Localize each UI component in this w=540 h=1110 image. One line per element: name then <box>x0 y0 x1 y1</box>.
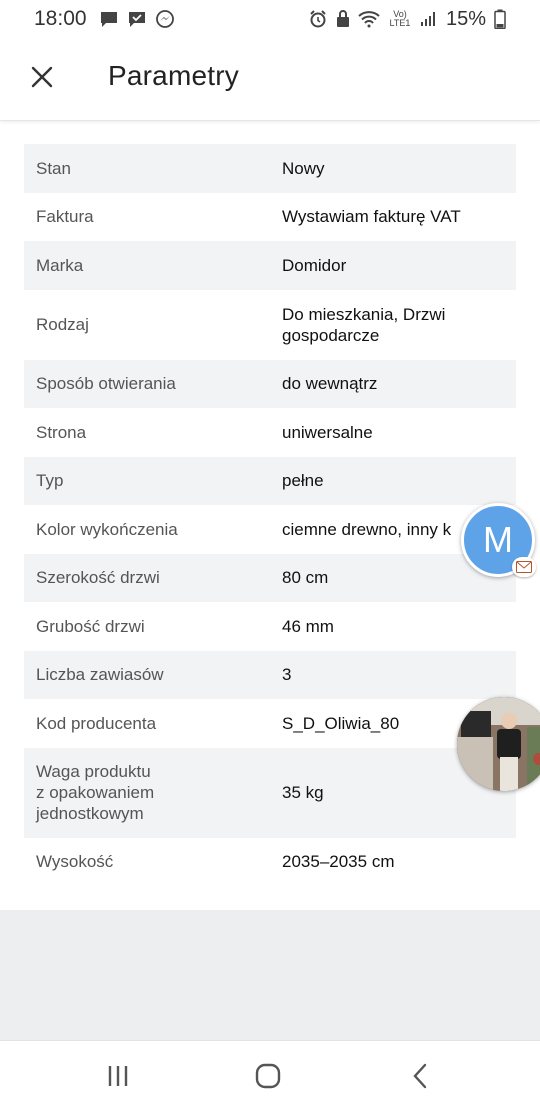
param-label: Marka <box>36 255 84 275</box>
param-label: Typ <box>36 471 64 491</box>
back-icon <box>413 1063 427 1089</box>
param-label: Rodzaj <box>36 315 89 334</box>
param-row: Grubość drzwi 46 mm <box>24 602 516 651</box>
param-row: Sposób otwierania do wewnątrz <box>24 359 516 408</box>
status-right: Vo) LTE1 15% <box>308 8 506 31</box>
person-photo-icon <box>457 697 540 791</box>
chat-head-initial: M <box>483 519 513 560</box>
param-label: Sposób otwierania <box>36 374 176 394</box>
wifi-icon <box>358 10 380 28</box>
param-label: Faktura <box>36 207 94 227</box>
param-row: Faktura Wystawiam fakturę VAT <box>24 192 516 241</box>
param-value: 3 <box>282 665 292 685</box>
lock-icon <box>336 10 350 28</box>
home-icon <box>255 1063 281 1089</box>
close-icon <box>31 66 53 88</box>
param-value: 35 kg <box>282 783 324 802</box>
alarm-icon <box>308 9 328 29</box>
battery-percent: 15% <box>445 7 486 30</box>
page-title: Parametry <box>108 60 239 91</box>
param-label: Wysokość <box>36 852 114 872</box>
param-row: Wysokość 2035–2035 cm <box>24 837 516 886</box>
param-row: Stan Nowy <box>24 144 516 193</box>
parameters-table: Stan Nowy Faktura Wystawiam fakturę VAT … <box>24 144 516 886</box>
param-value: Domidor <box>282 255 347 275</box>
param-row: Liczba zawiasów 3 <box>24 650 516 699</box>
param-label: Kod producenta <box>36 713 157 733</box>
param-value: 80 cm <box>282 568 329 588</box>
param-value: 2035–2035 cm <box>282 852 395 872</box>
param-label: Kolor wykończenia <box>36 519 178 539</box>
param-value: 46 mm <box>282 616 334 636</box>
messenger-icon <box>155 9 175 29</box>
message-icon <box>99 10 119 28</box>
status-time: 18:00 <box>34 7 87 30</box>
param-row: Typ pełne <box>24 456 516 505</box>
network-type-label: Vo) LTE1 <box>389 9 411 28</box>
param-value: uniwersalne <box>282 422 373 442</box>
param-value: Wystawiam fakturę VAT <box>282 207 461 227</box>
param-value: pełne <box>282 471 324 491</box>
signal-icon <box>420 11 436 27</box>
recent-apps-icon <box>108 1066 128 1086</box>
param-row: Strona uniwersalne <box>24 408 516 457</box>
screen: 18:00 Vo) LTE1 15% Parametry Stan Nowy F… <box>0 0 540 1110</box>
param-row: Szerokość drzwi 80 cm <box>24 553 516 602</box>
app-bar: Parametry <box>0 38 540 121</box>
status-left: 18:00 <box>34 7 175 31</box>
video-chat-bubble[interactable] <box>457 697 540 791</box>
param-label: Liczba zawiasów <box>36 665 164 685</box>
param-value: Do mieszkania, Drzwi gospodarcze <box>282 304 446 345</box>
mail-badge-icon <box>512 557 536 577</box>
recent-apps-button[interactable] <box>98 1059 138 1093</box>
home-button[interactable] <box>248 1059 288 1093</box>
param-row: Kod producenta S_D_Oliwia_80 <box>24 699 516 748</box>
param-label: Waga produktu z opakowaniem jednostkowym <box>36 762 155 823</box>
param-row: Kolor wykończenia ciemne drewno, inny k <box>24 505 516 554</box>
battery-icon <box>494 9 506 29</box>
param-value: Nowy <box>282 158 325 178</box>
close-button[interactable] <box>22 57 62 97</box>
status-bar: 18:00 Vo) LTE1 15% <box>0 0 540 38</box>
param-value: do wewnątrz <box>282 374 378 394</box>
param-label: Stan <box>36 158 71 178</box>
param-label: Grubość drzwi <box>36 616 145 636</box>
message-check-icon <box>127 10 147 28</box>
back-button[interactable] <box>400 1059 440 1093</box>
param-row: Marka Domidor <box>24 241 516 290</box>
param-row: Waga produktu z opakowaniem jednostkowym… <box>24 747 516 838</box>
system-nav-bar <box>0 1040 540 1110</box>
content-footer <box>0 910 540 1040</box>
param-label: Szerokość drzwi <box>36 568 160 588</box>
param-row: Rodzaj Do mieszkania, Drzwi gospodarcze <box>24 289 516 360</box>
param-label: Strona <box>36 422 87 442</box>
